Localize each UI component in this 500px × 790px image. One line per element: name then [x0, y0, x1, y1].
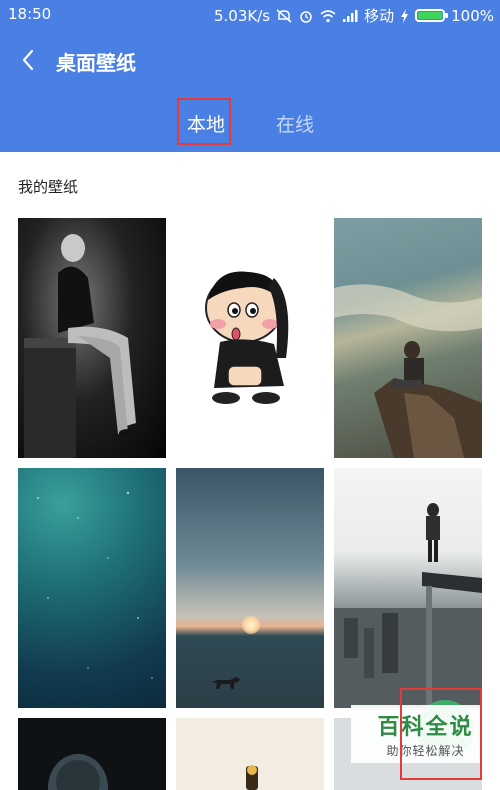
wallpaper-dark-partial[interactable] — [18, 718, 166, 790]
dog-silhouette — [212, 677, 240, 689]
chevron-left-icon[interactable] — [14, 45, 44, 75]
tab-online[interactable]: 在线 — [276, 110, 314, 137]
status-bar: 18:50 5.03K/s 移动 100% — [0, 0, 500, 30]
battery-icon — [415, 9, 449, 22]
alarm-icon — [300, 10, 312, 23]
battery-percent: 100% — [451, 6, 494, 25]
space-dust-illustration — [37, 491, 153, 679]
sun-shape — [242, 616, 260, 634]
wallpaper-cliff-coast[interactable] — [334, 218, 482, 458]
highlight-box-corner — [400, 688, 482, 780]
cliff-coast-illustration — [334, 284, 482, 458]
page-title: 桌面壁纸 — [56, 51, 136, 75]
cartoon-boy-illustration — [205, 271, 289, 404]
section-title: 我的壁纸 — [18, 178, 79, 196]
wallpaper-cartoon-partial[interactable] — [176, 718, 324, 790]
woman-figure-illustration — [24, 234, 137, 458]
wallpaper-city-ledge[interactable] — [334, 468, 482, 708]
wifi-icon — [320, 9, 336, 22]
wallpaper-beach-sunset-dog[interactable] — [176, 468, 324, 708]
highlight-box-tab — [177, 98, 231, 145]
status-time: 18:50 — [8, 5, 52, 23]
battery-fill — [418, 12, 443, 19]
dark-head-illustration — [48, 754, 108, 790]
app-bar: 桌面壁纸 — [0, 30, 500, 92]
tab-bar: 本地 在线 — [0, 92, 500, 152]
wallpaper-woman-bw[interactable] — [18, 218, 166, 458]
charging-icon — [401, 8, 409, 23]
status-right: 5.03K/s 移动 100% — [214, 5, 494, 26]
city-ledge-illustration — [334, 503, 482, 708]
signal-icon — [343, 9, 358, 22]
network-speed: 5.03K/s — [213, 6, 271, 25]
wallpaper-crayon-shinchan[interactable] — [176, 218, 324, 458]
carrier-label: 移动 — [364, 7, 395, 25]
mute-icon — [276, 8, 292, 23]
wallpaper-teal-space[interactable] — [18, 468, 166, 708]
cartoon-figure-illustration — [246, 765, 258, 790]
